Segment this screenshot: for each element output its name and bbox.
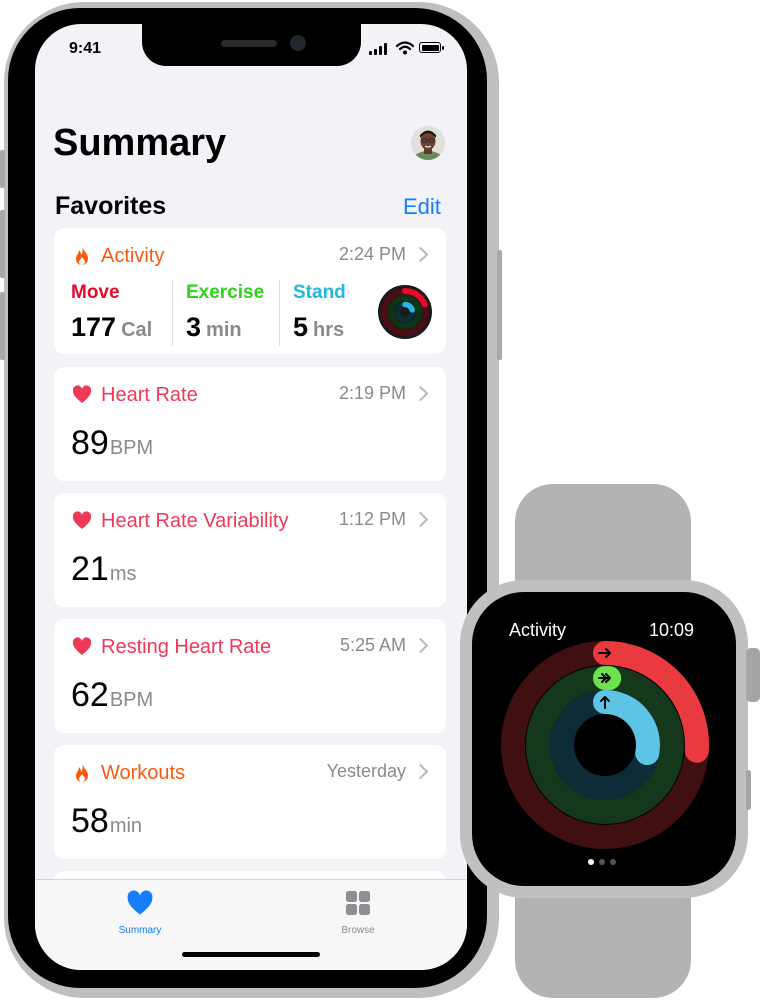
wifi-icon [396, 41, 414, 55]
workouts-value: 58 [71, 802, 109, 840]
chevron-right-icon [412, 763, 429, 780]
divider [172, 280, 173, 346]
page-dot [610, 859, 616, 865]
workouts-unit: min [109, 815, 143, 837]
workouts-time: Yesterday [326, 761, 406, 781]
activity-card[interactable]: Activity 2:24 PM Move 177 Cal Exercise 3… [54, 228, 446, 354]
activity-title: Activity [101, 244, 165, 267]
grid-icon [346, 891, 370, 915]
tab-browse-label: Browse [341, 925, 375, 936]
volume-up-button [0, 210, 5, 278]
flame-icon [76, 246, 88, 265]
workouts-title: Workouts [101, 761, 186, 784]
watch-time: 10:09 [649, 620, 695, 640]
chevron-right-icon [412, 246, 429, 263]
workouts-card[interactable]: Workouts Yesterday 58 min [54, 745, 446, 859]
move-label: Move [71, 282, 120, 303]
heart-icon [72, 385, 92, 403]
hrv-unit: ms [109, 563, 137, 585]
tab-summary-label: Summary [118, 925, 162, 936]
page-dot [599, 859, 605, 865]
speaker [221, 40, 277, 47]
page-title: Summary [53, 122, 227, 164]
exercise-value: 3 [186, 312, 202, 342]
exercise-metric: Exercise 3 min [186, 282, 264, 343]
heart-icon [72, 637, 92, 655]
hrv-value: 21 [71, 550, 109, 588]
battery-icon [419, 42, 441, 53]
mute-switch [0, 150, 5, 188]
resting-heart-rate-unit: BPM [109, 689, 154, 711]
hrv-time: 1:12 PM [338, 509, 406, 529]
exercise-label: Exercise [186, 282, 265, 303]
watch-screen: Activity 10:09 [472, 592, 736, 886]
divider [279, 280, 280, 346]
move-unit: Cal [121, 319, 153, 341]
side-button[interactable] [746, 770, 751, 810]
profile-avatar[interactable] [411, 126, 445, 160]
stand-label: Stand [293, 282, 346, 303]
heart-rate-time: 2:19 PM [338, 383, 406, 403]
activity-time: 2:24 PM [338, 244, 406, 264]
stand-value: 5 [293, 312, 309, 342]
stand-unit: hrs [313, 319, 345, 341]
status-icons [369, 41, 445, 55]
chevron-right-icon [412, 385, 429, 402]
resting-heart-rate-card[interactable]: Resting Heart Rate 5:25 AM 62 BPM [54, 619, 446, 733]
heart-icon [72, 511, 92, 529]
favorites-heading: Favorites [55, 192, 167, 220]
digital-crown[interactable] [746, 648, 760, 702]
stand-metric: Stand 5 hrs [293, 282, 346, 343]
heart-rate-title: Heart Rate [101, 383, 198, 406]
watch-app-title: Activity [509, 620, 567, 640]
watch-band-top [515, 484, 691, 594]
hrv-card[interactable]: Heart Rate Variability 1:12 PM 21 ms [54, 493, 446, 607]
activity-rings-icon [378, 285, 432, 339]
avatar-icon [411, 126, 445, 160]
status-time: 9:41 [69, 40, 102, 57]
home-indicator[interactable] [182, 952, 320, 957]
iphone-screen: 9:41 Summary Favorites Edit Activity 2:2… [35, 24, 467, 970]
notch [142, 24, 361, 66]
front-camera [290, 35, 306, 51]
flame-icon [76, 763, 88, 782]
resting-heart-rate-title: Resting Heart Rate [101, 635, 272, 658]
move-value: 177 [71, 312, 117, 342]
chevron-right-icon [412, 511, 429, 528]
power-button [497, 250, 502, 360]
watch-activity-rings [501, 641, 709, 849]
hrv-title: Heart Rate Variability [101, 509, 289, 532]
resting-heart-rate-time: 5:25 AM [339, 635, 406, 655]
chevron-right-icon [412, 637, 429, 654]
volume-down-button [0, 292, 5, 360]
tab-summary[interactable]: Summary [90, 890, 190, 936]
heart-rate-card[interactable]: Heart Rate 2:19 PM 89 BPM [54, 367, 446, 481]
heart-icon [127, 890, 153, 915]
page-dot [588, 859, 594, 865]
tab-browse[interactable]: Browse [308, 890, 408, 936]
resting-heart-rate-value: 62 [71, 676, 109, 714]
heart-rate-value: 89 [71, 424, 109, 462]
stand-ring-progress [593, 690, 660, 766]
exercise-unit: min [206, 319, 242, 341]
heart-rate-unit: BPM [109, 437, 154, 459]
move-metric: Move 177 Cal [71, 282, 152, 343]
edit-button[interactable]: Edit [403, 194, 441, 220]
